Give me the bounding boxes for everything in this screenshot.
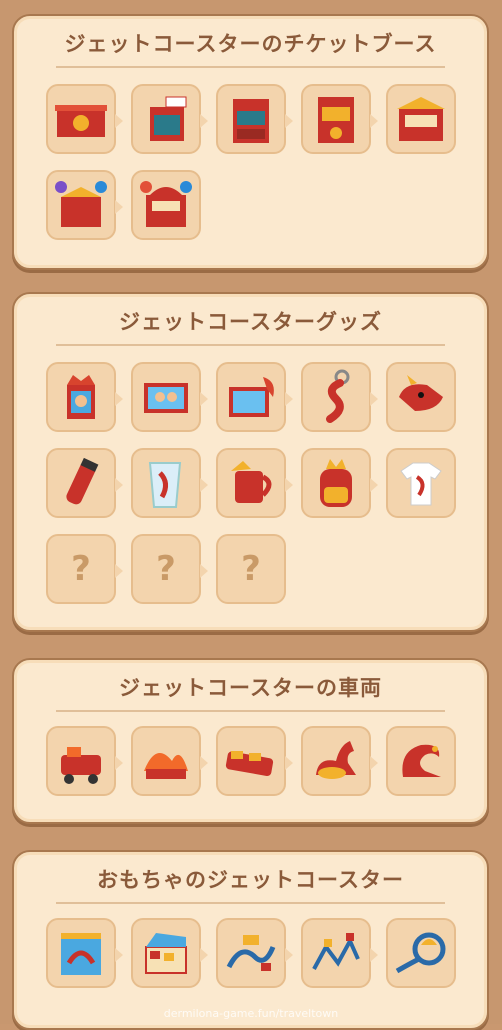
- flame-car-icon: [144, 753, 188, 779]
- dragon-picture-frame-icon: [67, 375, 95, 419]
- item-booth-7[interactable]: [131, 170, 201, 240]
- locked-question-mark: ?: [71, 549, 91, 589]
- item-toy-2[interactable]: [131, 918, 208, 988]
- section-title: ジェットコースターのチケットブース: [64, 32, 437, 56]
- ticket-booth-icon: [397, 97, 445, 141]
- ticket-booth-icon: [55, 181, 107, 227]
- ticket-booth-icon: [140, 181, 192, 227]
- divider: [56, 66, 445, 68]
- section-title: ジェットコースターグッズ: [119, 310, 382, 334]
- item-toy-5[interactable]: [386, 918, 456, 988]
- item-toy-4[interactable]: [301, 918, 378, 988]
- coaster-parts-icon: [226, 935, 276, 971]
- dragon-tshirt-icon: [400, 462, 442, 506]
- item-goods-9[interactable]: [301, 448, 378, 518]
- item-vehicle-5[interactable]: [386, 726, 456, 796]
- section-toy-coaster: おもちゃのジェットコースター: [12, 850, 489, 1030]
- item-goods-8[interactable]: [216, 448, 293, 518]
- toy-box-icon: [61, 933, 101, 975]
- dragon-coaster-icon: [402, 744, 441, 777]
- dragon-mug-icon: [231, 461, 272, 503]
- watermark: dermilona-game.fun/traveltown: [163, 1007, 339, 1020]
- item-vehicle-3[interactable]: [216, 726, 293, 796]
- item-goods-7[interactable]: [131, 448, 208, 518]
- dragon-bottle-icon: [66, 457, 99, 505]
- divider: [56, 710, 445, 712]
- ticket-booth-icon: [150, 96, 187, 141]
- item-vehicle-1[interactable]: [46, 726, 123, 796]
- item-booth-3[interactable]: [216, 84, 293, 154]
- locked-question-mark: ?: [156, 549, 176, 589]
- divider: [56, 902, 445, 904]
- item-vehicle-2[interactable]: [131, 726, 208, 796]
- item-booth-1[interactable]: [46, 84, 123, 154]
- item-booth-5[interactable]: [386, 84, 456, 154]
- item-booth-4[interactable]: [301, 84, 378, 154]
- photo-frame-icon: [144, 383, 188, 413]
- divider: [56, 344, 445, 346]
- item-goods-locked-3[interactable]: ?: [216, 534, 286, 604]
- dragon-backpack-icon: [320, 459, 352, 507]
- item-goods-locked-2[interactable]: ?: [131, 534, 208, 604]
- item-goods-4[interactable]: [301, 362, 378, 432]
- item-goods-2[interactable]: [131, 362, 208, 432]
- dragon-mask-icon: [399, 375, 443, 411]
- item-toy-3[interactable]: [216, 918, 293, 988]
- dragon-glass-icon: [148, 462, 182, 508]
- item-goods-3[interactable]: [216, 362, 293, 432]
- open-toy-box-icon: [145, 933, 187, 974]
- ticket-booth-icon: [318, 97, 354, 143]
- section-goods: ジェットコースターグッズ ? ? ?: [12, 292, 489, 632]
- item-toy-1[interactable]: [46, 918, 123, 988]
- coaster-track-icon: [312, 933, 360, 970]
- dragon-keychain-icon: [326, 369, 350, 423]
- section-title: ジェットコースターの車両: [119, 676, 382, 700]
- ticket-booth-icon: [55, 105, 107, 137]
- section-vehicles: ジェットコースターの車両: [12, 658, 489, 824]
- section-ticket-booth: ジェットコースターのチケットブース: [12, 14, 489, 270]
- dragon-car-icon: [316, 741, 356, 779]
- item-booth-6[interactable]: [46, 170, 123, 240]
- item-booth-2[interactable]: [131, 84, 208, 154]
- item-goods-locked-1[interactable]: ?: [46, 534, 123, 604]
- item-goods-5[interactable]: [386, 362, 456, 432]
- section-title: おもちゃのジェットコースター: [97, 868, 404, 892]
- item-vehicle-4[interactable]: [301, 726, 378, 796]
- toy-coaster-loop-icon: [395, 932, 446, 974]
- ticket-booth-icon: [233, 99, 269, 143]
- locked-question-mark: ?: [241, 549, 261, 589]
- item-goods-1[interactable]: [46, 362, 123, 432]
- dragon-photo-frame-icon: [229, 377, 274, 417]
- item-goods-6[interactable]: [46, 448, 123, 518]
- item-goods-10[interactable]: [386, 448, 456, 518]
- dragon-train-icon: [225, 751, 274, 777]
- coaster-car-icon: [61, 747, 101, 784]
